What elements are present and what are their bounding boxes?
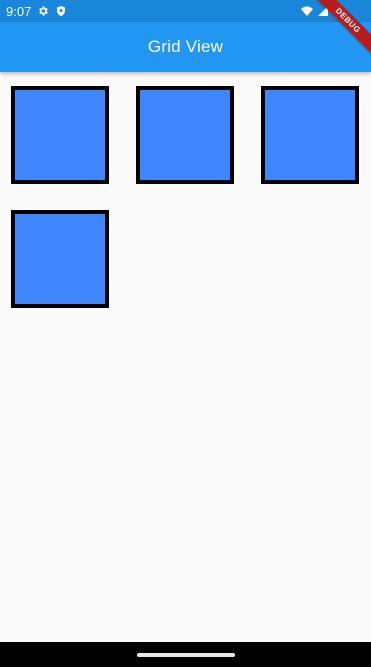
gear-icon bbox=[37, 5, 49, 17]
app-bar: Grid View bbox=[0, 22, 371, 72]
battery-icon bbox=[333, 4, 345, 18]
page-title: Grid View bbox=[147, 37, 224, 56]
shield-icon bbox=[55, 5, 67, 17]
signal-icon bbox=[317, 5, 329, 17]
grid-item-3[interactable] bbox=[261, 86, 359, 184]
navigation-bar bbox=[0, 642, 371, 667]
home-indicator[interactable] bbox=[136, 652, 235, 657]
status-time: 9:07 bbox=[6, 3, 32, 19]
grid-item-2[interactable] bbox=[136, 86, 234, 184]
wifi-icon bbox=[301, 5, 313, 17]
status-bar: 9:07 bbox=[0, 0, 371, 22]
status-left: 9:07 bbox=[6, 4, 67, 19]
grid-item-4[interactable] bbox=[11, 210, 109, 308]
status-right bbox=[301, 4, 345, 18]
grid-item-1[interactable] bbox=[11, 86, 109, 184]
